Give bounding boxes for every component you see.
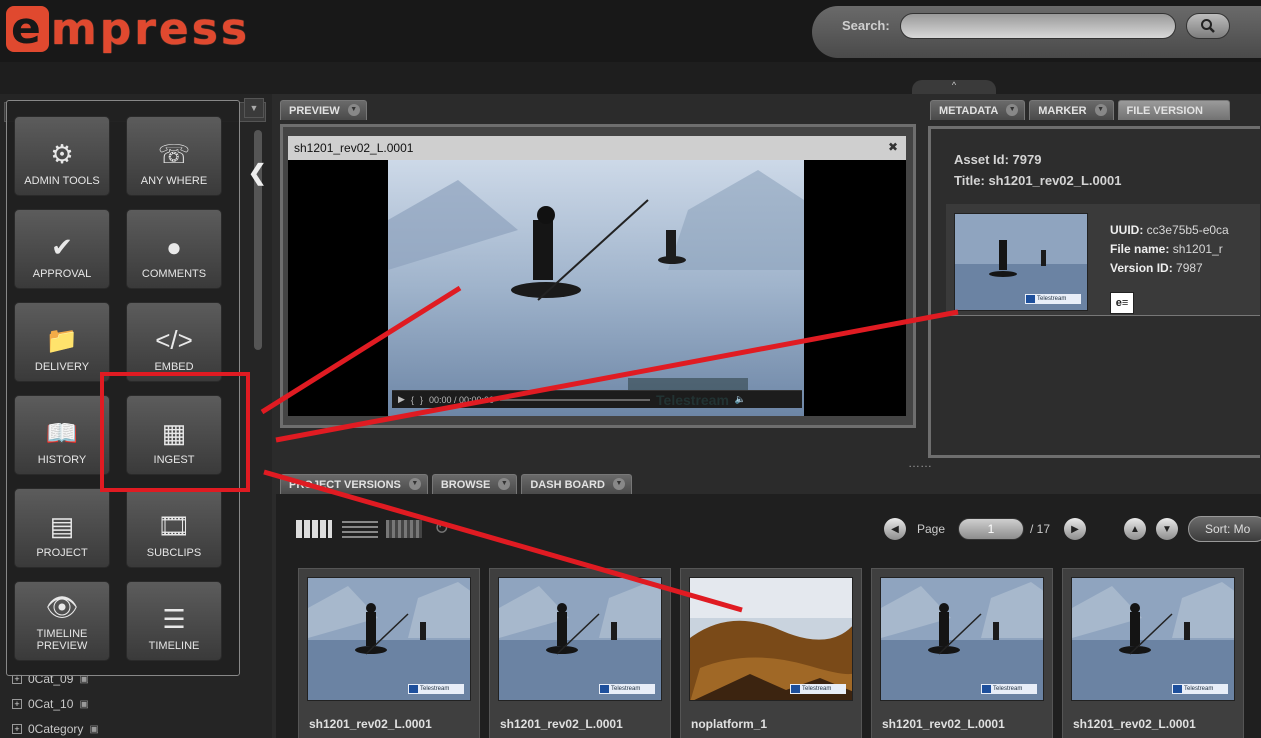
annotation-arrow <box>263 469 743 613</box>
annotation-arrows <box>260 285 959 613</box>
annotation-arrow <box>275 309 959 443</box>
annotation-arrow <box>260 285 462 415</box>
